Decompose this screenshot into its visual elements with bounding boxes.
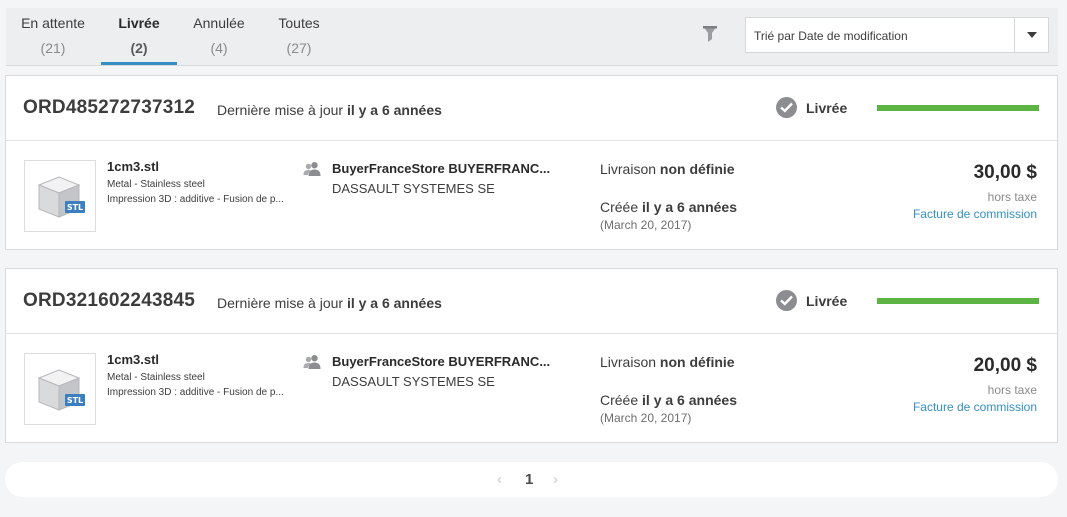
delivery-value: non définie <box>659 354 735 370</box>
file-name[interactable]: 1cm3.stl <box>107 352 159 367</box>
filter-funnel-icon[interactable] <box>702 25 718 43</box>
next-page-button[interactable]: › <box>553 471 558 488</box>
created-value: il y a 6 années <box>642 392 737 408</box>
order-header: ORD485272737312 Dernière mise à jour il … <box>6 76 1057 141</box>
last-updated-label: Dernière mise à jour <box>217 295 344 311</box>
created-label: Créée <box>600 199 639 215</box>
status-progress-bar <box>877 298 1039 304</box>
buyer-name: BuyerFranceStore BUYERFRANC... <box>332 354 551 369</box>
created-info: Créée il y a 6 années <box>600 199 737 215</box>
buyer-name: BuyerFranceStore BUYERFRANC... <box>332 161 551 176</box>
order-id[interactable]: ORD485272737312 <box>23 97 195 119</box>
created-date: (March 20, 2017) <box>600 411 692 425</box>
file-process: Impression 3D : additive - Fusion de p..… <box>107 194 284 205</box>
tab-count: (4) <box>210 40 228 56</box>
created-info: Créée il y a 6 années <box>600 392 737 408</box>
tab-toutes[interactable]: Toutes (27) <box>265 8 333 66</box>
delivery-value: non définie <box>659 161 735 177</box>
sort-dropdown-button[interactable] <box>1014 18 1048 52</box>
delivery-info: Livraison non définie <box>600 161 735 177</box>
tab-en-attente[interactable]: En attente (21) <box>9 8 97 66</box>
order-card: ORD321602243845 Dernière mise à jour il … <box>5 268 1058 443</box>
delivery-label: Livraison <box>600 161 657 177</box>
file-process: Impression 3D : additive - Fusion de p..… <box>107 387 284 398</box>
previous-page-button[interactable]: ‹ <box>497 471 502 488</box>
tax-note: hors taxe <box>987 190 1037 204</box>
svg-text:STL: STL <box>67 396 83 405</box>
file-material: Metal - Stainless steel <box>107 372 205 383</box>
order-price: 20,00 $ <box>973 355 1037 376</box>
check-circle-icon <box>776 97 797 118</box>
last-updated-value: il y a 6 années <box>346 295 442 311</box>
buyer-company: DASSAULT SYSTEMES SE <box>332 181 495 196</box>
status-progress-bar <box>877 105 1039 111</box>
file-name[interactable]: 1cm3.stl <box>107 159 159 174</box>
last-updated-value: il y a 6 années <box>346 102 442 118</box>
tab-count: (21) <box>40 40 66 56</box>
order-header: ORD321602243845 Dernière mise à jour il … <box>6 269 1057 334</box>
sort-select-value: Trié par Date de modification <box>754 29 908 43</box>
status-label: Livrée <box>806 100 848 116</box>
file-material: Metal - Stainless steel <box>107 179 205 190</box>
status-label: Livrée <box>806 293 848 309</box>
order-last-updated: Dernière mise à jour il y a 6 années <box>217 102 442 118</box>
current-page-number[interactable]: 1 <box>525 471 533 488</box>
order-last-updated: Dernière mise à jour il y a 6 années <box>217 295 442 311</box>
tax-note: hors taxe <box>987 383 1037 397</box>
tab-count: (27) <box>286 40 312 56</box>
buyer-company: DASSAULT SYSTEMES SE <box>332 374 495 389</box>
delivery-label: Livraison <box>600 354 657 370</box>
created-date: (March 20, 2017) <box>600 218 692 232</box>
status-tab-bar: En attente (21) Livrée (2) Annulée (4) T… <box>6 8 1058 66</box>
commission-invoice-link[interactable]: Facture de commission <box>913 207 1037 221</box>
order-details: STL 1cm3.stl Metal - Stainless steel Imp… <box>6 141 1057 249</box>
last-updated-label: Dernière mise à jour <box>217 102 344 118</box>
order-price: 30,00 $ <box>973 162 1037 183</box>
check-circle-icon <box>776 290 797 311</box>
tab-label: En attente <box>21 15 85 31</box>
stl-cube-icon: STL <box>37 369 85 411</box>
tab-livree[interactable]: Livrée (2) <box>101 8 177 65</box>
svg-text:STL: STL <box>67 203 83 212</box>
file-thumbnail[interactable]: STL <box>24 160 96 232</box>
created-value: il y a 6 années <box>642 199 737 215</box>
order-card: ORD485272737312 Dernière mise à jour il … <box>5 75 1058 250</box>
users-icon <box>303 161 321 177</box>
file-thumbnail[interactable]: STL <box>24 353 96 425</box>
created-label: Créée <box>600 392 639 408</box>
users-icon <box>303 354 321 370</box>
pagination: ‹ 1 › <box>5 462 1058 497</box>
tab-label: Livrée <box>118 15 160 31</box>
sort-select[interactable]: Trié par Date de modification <box>745 17 1049 53</box>
order-details: STL 1cm3.stl Metal - Stainless steel Imp… <box>6 334 1057 442</box>
chevron-down-icon <box>1027 32 1037 38</box>
delivery-info: Livraison non définie <box>600 354 735 370</box>
order-id[interactable]: ORD321602243845 <box>23 290 195 312</box>
tab-label: Toutes <box>278 15 320 31</box>
tab-annulee[interactable]: Annulée (4) <box>183 8 255 66</box>
commission-invoice-link[interactable]: Facture de commission <box>913 400 1037 414</box>
stl-cube-icon: STL <box>37 176 85 218</box>
tab-label: Annulée <box>193 15 245 31</box>
tab-count: (2) <box>130 40 148 56</box>
